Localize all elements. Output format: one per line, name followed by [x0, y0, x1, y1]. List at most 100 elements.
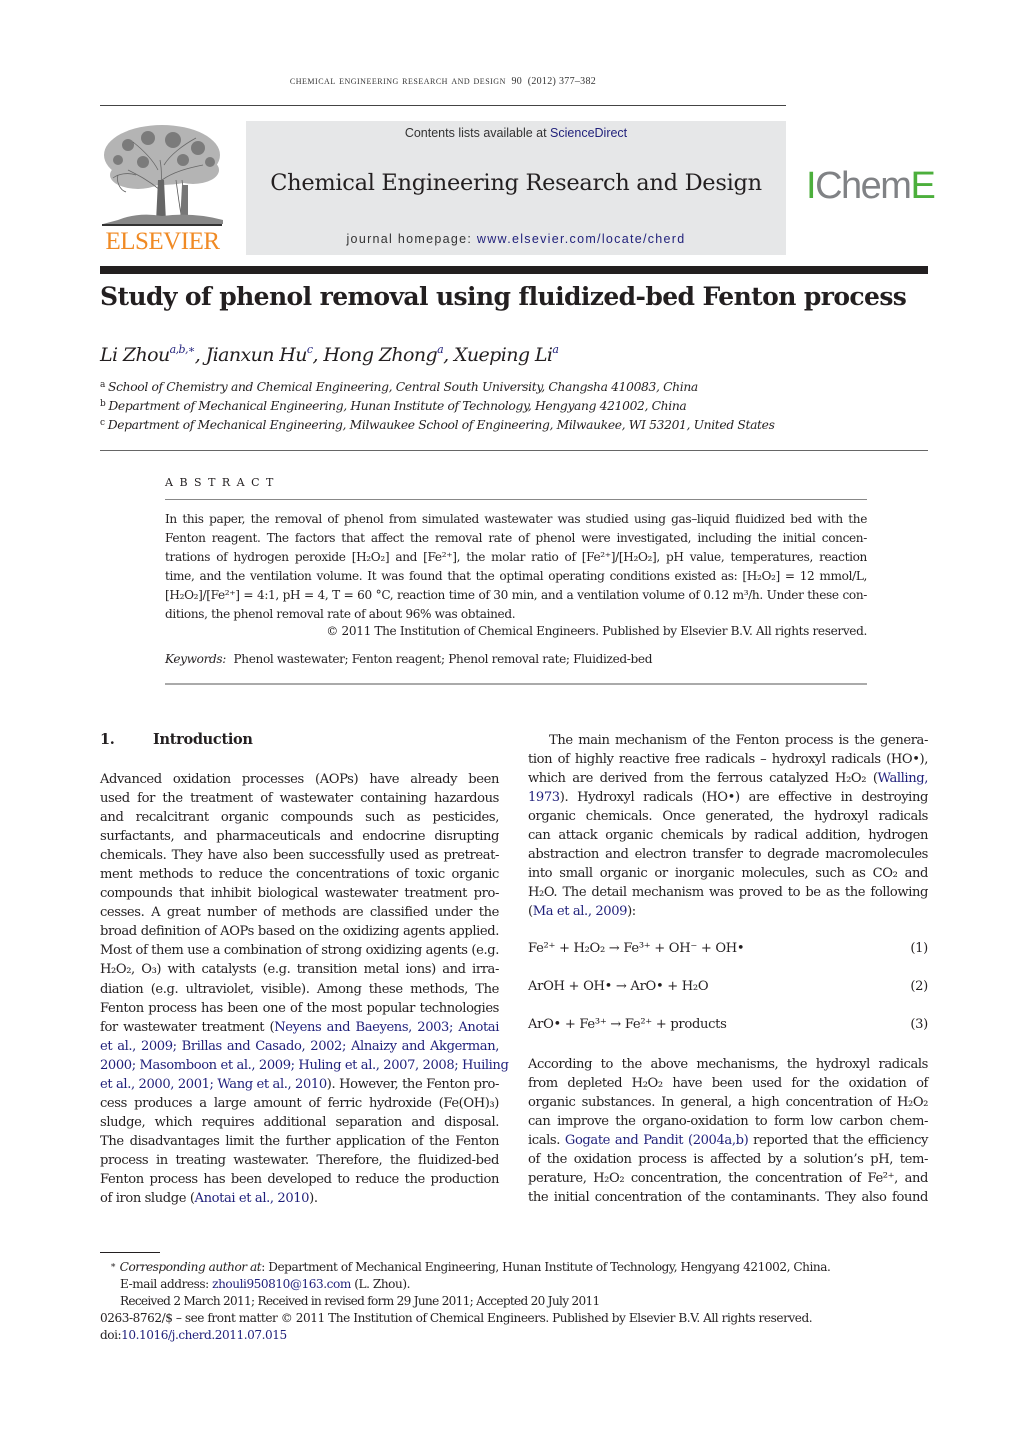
text-line: H₂O. The detail mechanism was proved to … [528, 883, 928, 902]
text-segment: cess produces a large amount of ferric h… [100, 1095, 499, 1111]
text-segment: perature, H₂O₂ concentration, the concen… [528, 1171, 928, 1187]
text-line: organic chemicals. Once generated, the h… [528, 807, 928, 826]
text-segment: ). [309, 1191, 318, 1207]
text-segment: and recalcitrant organic compounds such … [100, 810, 499, 826]
text-line: Most of them use a combination of strong… [100, 941, 499, 960]
abstract-heading: ABSTRACT [165, 476, 280, 489]
text-line: tion of highly reactive free radicals – … [528, 750, 928, 769]
email-label: E-mail address: [120, 1277, 213, 1291]
text-line: (Ma et al., 2009): [528, 902, 928, 921]
text-line: The main mechanism of the Fenton process… [528, 731, 928, 750]
citation-link[interactable]: 2000; Masomboon et al., 2009; Huling et … [100, 1058, 509, 1073]
footnote-divider [100, 1252, 160, 1253]
abstract-line: trations of hydrogen peroxide [H₂O₂] and… [165, 550, 867, 565]
text-line: 2000; Masomboon et al., 2009; Huling et … [100, 1056, 509, 1075]
header-divider [100, 105, 786, 106]
abstract-line: In this paper, the removal of phenol fro… [165, 512, 867, 526]
text-line: which are derived from the ferrous catal… [528, 769, 928, 788]
email-link[interactable]: zhouli950810@163.com [212, 1277, 351, 1291]
corresponding-text: : Department of Mechanical Engineering, … [261, 1260, 831, 1274]
icheme-logo-e: E [910, 165, 935, 207]
text-segment: According to the above mechanisms, the h… [528, 1057, 928, 1072]
affiliation-c: c Department of Mechanical Engineering, M… [100, 418, 775, 432]
text-segment: icals. [528, 1133, 565, 1149]
abstract-line: Fenton reagent. The factors that affect … [165, 531, 867, 546]
corresponding-label: Corresponding author at [119, 1260, 262, 1274]
affiliation-key: b [100, 399, 106, 409]
keywords-list: Phenol wastewater; Fenton reagent; Pheno… [233, 652, 653, 666]
text-segment: chemicals. They have also been successfu… [100, 848, 499, 864]
running-head-pages: 377–382 [558, 76, 597, 87]
text-segment: surfactants, and pharmaceuticals and end… [100, 829, 499, 845]
abstract-copyright: © 2011 The Institution of Chemical Engin… [326, 624, 867, 638]
article-title: Study of phenol removal using fluidized-… [100, 282, 907, 311]
icheme-logo-i: I [806, 165, 817, 207]
running-head: Chemical Engineering Research and Design… [100, 75, 786, 87]
footnote-star: ∗ [110, 1261, 116, 1271]
equation-number: (3) [910, 1017, 928, 1032]
citation-link[interactable]: Ma et al., 2009 [533, 904, 628, 919]
author-affil-link[interactable]: a,b,∗ [170, 343, 196, 356]
citation-link[interactable]: Anotai et al., 2010 [195, 1191, 310, 1206]
citation-link[interactable]: et al., 2000, 2001; Wang et al., 2010 [100, 1077, 327, 1092]
text-line: Advanced oxidation processes (AOPs) have… [100, 770, 499, 789]
email-suffix: (L. Zhou). [350, 1277, 411, 1291]
sciencedirect-link[interactable]: ScienceDirect [550, 126, 627, 140]
citation-link[interactable]: Neyens and Baeyens, 2003; Anotai [274, 1020, 499, 1035]
equation-3: ArO• + Fe³⁺ → Fe²⁺ + products (3) [528, 1017, 928, 1032]
icheme-logo: IChemE [806, 165, 936, 207]
text-segment: which are derived from the ferrous catal… [528, 771, 878, 787]
homepage-link[interactable]: www.elsevier.com/locate/cherd [477, 232, 686, 246]
text-segment: broad definition of AOPs based on the ox… [100, 924, 499, 940]
text-line: cess produces a large amount of ferric h… [100, 1094, 499, 1113]
text-segment: reported that the efficiency [748, 1133, 928, 1149]
text-segment: organic substances. In general, a high c… [528, 1095, 928, 1111]
affiliation-key: a [100, 380, 106, 390]
author-affil-link[interactable]: a [437, 343, 444, 356]
text-segment: cesses. A great number of methods are cl… [100, 905, 499, 921]
text-segment: ). However, the Fenton pro- [326, 1076, 500, 1092]
author-affil-link[interactable]: a [552, 343, 559, 356]
email-note: E-mail address: zhouli950810@163.com (L.… [120, 1277, 410, 1291]
citation-link[interactable]: et al., 2009; Brillas and Casado, 2002; … [100, 1039, 499, 1054]
text-segment: for wastewater treatment ( [100, 1019, 275, 1035]
text-line: ment methods to reduce the concentration… [100, 865, 499, 884]
author-list: Li Zhoua,b,∗, Jianxun Huc, Hong Zhonga, … [100, 343, 559, 366]
issn-line: 0263-8762/$ – see front matter © 2011 Th… [100, 1311, 813, 1325]
text-line: H₂O₂, O₃) with catalysts (e.g. transitio… [100, 960, 499, 979]
text-line: can attack organic chemicals by radical … [528, 826, 928, 845]
text-segment: Most of them use a combination of strong… [100, 943, 499, 959]
citation-link[interactable]: 1973 [528, 790, 560, 805]
equation-2: ArOH + OH• → ArO• + H₂O (2) [528, 979, 928, 994]
text-segment: process in treating wastewater. Therefor… [100, 1152, 499, 1168]
abstract-divider [165, 499, 867, 500]
author-affil-link[interactable]: c [307, 343, 313, 356]
contents-prefix: Contents lists available at [404, 126, 551, 140]
affiliation-a: a School of Chemistry and Chemical Engine… [100, 380, 698, 394]
text-segment: Fenton process has been developed to red… [100, 1171, 499, 1187]
text-line: sludge, which requires additional separa… [100, 1113, 499, 1132]
citation-link[interactable]: Walling, [878, 771, 929, 786]
section-number: 1. [100, 731, 115, 748]
received-dates: Received 2 March 2011; Received in revis… [120, 1294, 600, 1308]
text-line: Fenton process has been developed to red… [100, 1170, 499, 1189]
text-line: icals. Gogate and Pandit (2004a,b) repor… [528, 1131, 928, 1150]
keywords-divider [165, 683, 867, 685]
text-segment: ): [627, 904, 636, 920]
affiliation-key: c [100, 418, 105, 428]
intro-right-column-continued: According to the above mechanisms, the h… [528, 1055, 928, 1207]
citation-link[interactable]: Gogate and Pandit (2004a,b) [565, 1133, 749, 1148]
equation-number: (2) [910, 979, 928, 994]
affiliation-text: Department of Mechanical Engineering, Hu… [108, 399, 687, 413]
abstract-line: time, and the ventilation volume. It was… [165, 569, 867, 584]
text-segment: tion of highly reactive free radicals – … [528, 752, 928, 768]
text-segment: used for the treatment of wastewater con… [100, 791, 499, 807]
text-segment: from depleted H₂O₂ have been used for th… [528, 1076, 928, 1092]
doi-link[interactable]: 10.1016/j.cherd.2011.07.015 [121, 1328, 287, 1342]
text-line: 1973). Hydroxyl radicals (HO•) are effec… [528, 788, 928, 807]
text-line: from depleted H₂O₂ have been used for th… [528, 1074, 928, 1093]
text-line: into small organic or inorganic molecule… [528, 864, 928, 883]
text-line: diation (e.g. ultraviolet, visible). Amo… [100, 980, 499, 999]
abstract-line: ditions, the phenol removal rate of abou… [165, 607, 516, 622]
text-line: of iron sludge (Anotai et al., 2010). [100, 1189, 499, 1208]
